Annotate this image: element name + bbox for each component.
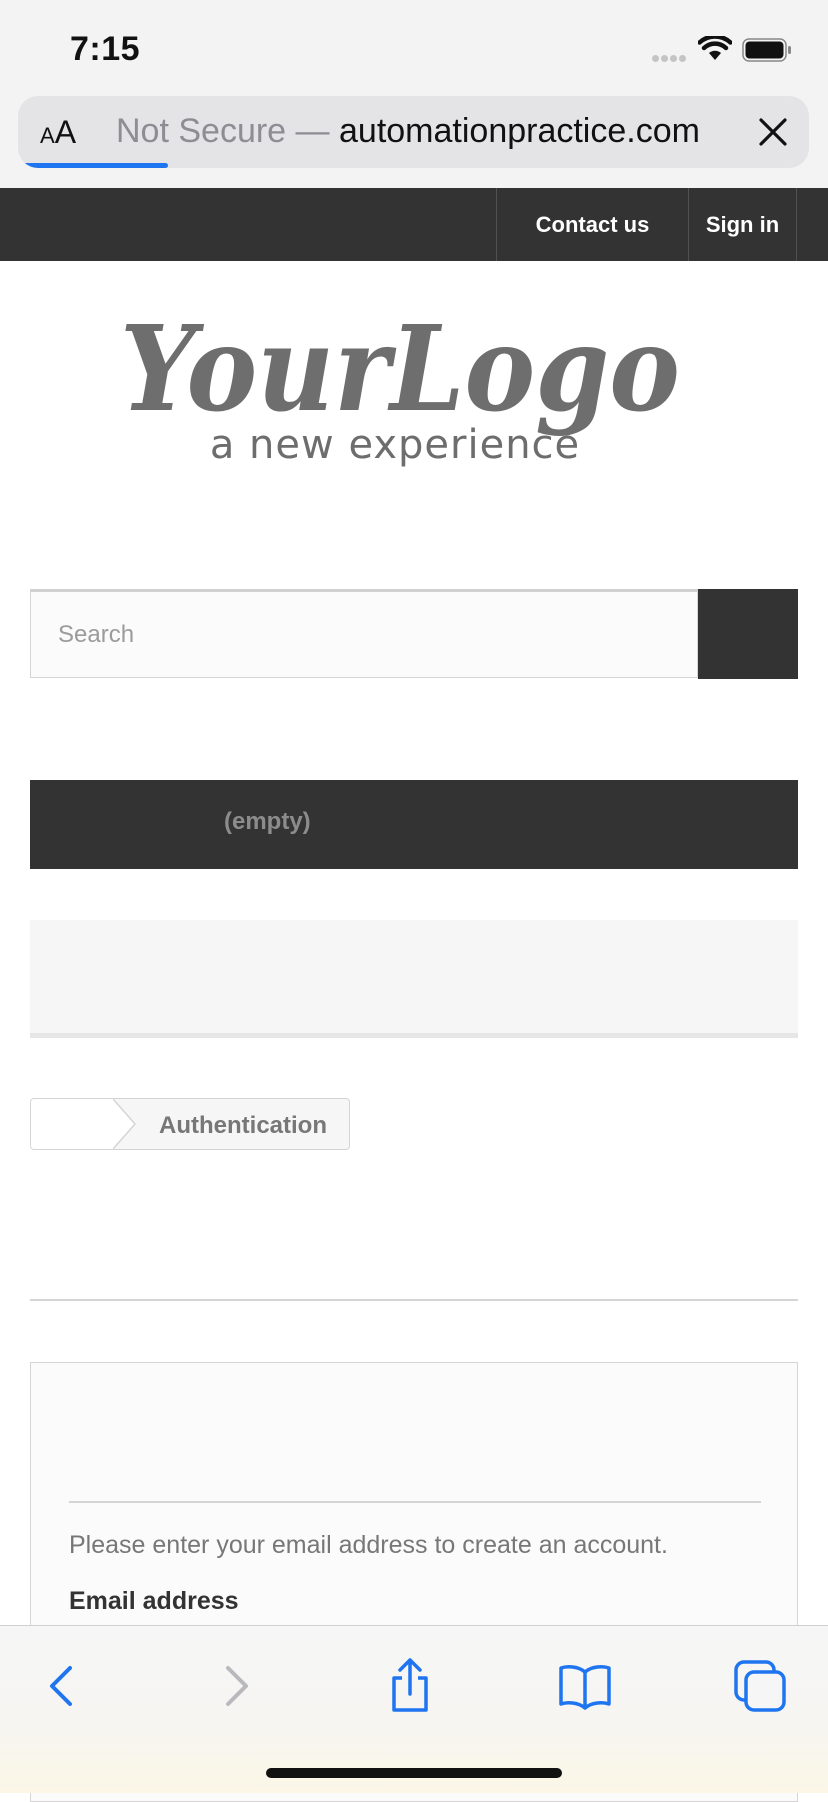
shopping-cart[interactable]: (empty) <box>30 780 798 869</box>
wifi-icon <box>698 36 732 60</box>
back-chevron-icon[interactable] <box>30 1654 94 1718</box>
contact-us-link[interactable]: Contact us <box>496 188 688 261</box>
url-text[interactable]: Not Secure — automationpractice.com <box>116 112 700 151</box>
site-logo[interactable]: YourLogo a new experience <box>110 300 690 480</box>
create-account-instruction: Please enter your email address to creat… <box>69 1531 668 1559</box>
security-label: Not Secure <box>116 112 287 150</box>
breadcrumb: Authentication <box>30 1098 350 1150</box>
page-load-progress <box>22 163 168 168</box>
url-host: automationpractice.com <box>339 112 700 150</box>
tabs-icon[interactable] <box>728 1654 792 1718</box>
close-x-icon[interactable] <box>755 114 791 150</box>
breadcrumb-home-link[interactable] <box>31 1099 113 1149</box>
url-separator: — <box>286 112 339 150</box>
search-input[interactable] <box>30 589 698 678</box>
email-address-label: Email address <box>69 1587 239 1615</box>
search-submit-button[interactable] <box>698 589 798 679</box>
breadcrumb-current: Authentication <box>159 1112 327 1139</box>
logo-tagline: a new experience <box>210 422 580 468</box>
forward-chevron-icon[interactable] <box>204 1654 268 1718</box>
category-menu[interactable] <box>30 920 798 1038</box>
address-bar[interactable]: AA Not Secure — automationpractice.com <box>18 96 809 168</box>
browser-toolbar <box>0 1625 828 1793</box>
form-divider <box>69 1501 761 1503</box>
status-time: 7:15 <box>70 30 141 68</box>
sign-in-link[interactable]: Sign in <box>688 188 797 261</box>
logo-wordmark: YourLogo <box>120 300 680 438</box>
browser-address-area: AA Not Secure — automationpractice.com <box>0 96 828 188</box>
battery-icon <box>742 38 791 62</box>
share-icon[interactable] <box>378 1654 442 1718</box>
site-top-nav: Contact us Sign in <box>0 188 828 261</box>
home-indicator <box>266 1768 562 1778</box>
bookmarks-book-icon[interactable] <box>553 1654 617 1718</box>
cart-empty-label: (empty) <box>224 808 311 835</box>
breadcrumb-separator-icon <box>113 1099 136 1149</box>
status-bar: 7:15 <box>0 0 828 96</box>
cellular-signal-icon <box>652 49 688 67</box>
page-divider <box>30 1299 798 1301</box>
reader-settings-button[interactable]: AA <box>40 114 76 151</box>
